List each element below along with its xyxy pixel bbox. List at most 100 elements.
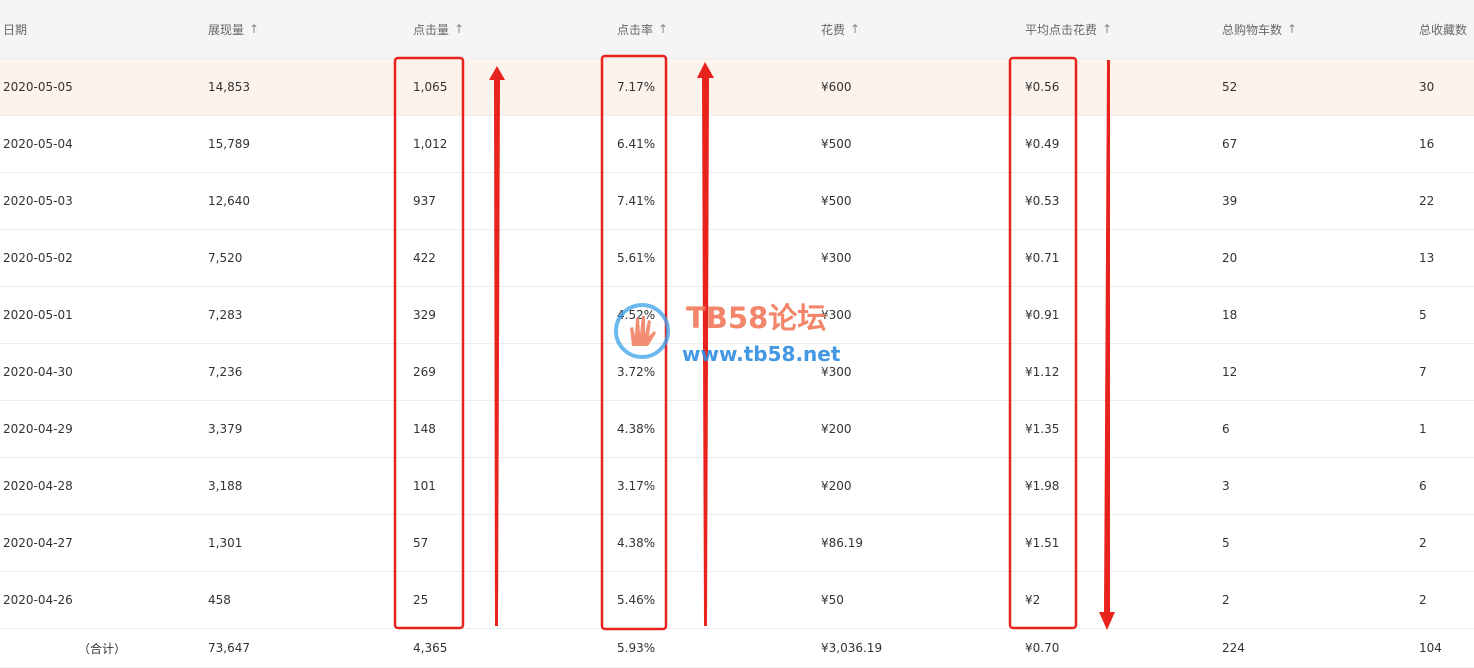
table-row[interactable]: 2020-04-27 1,301 57 4.38% ¥86.19 ¥1.51 5… [0, 515, 1474, 572]
sort-arrow-icon[interactable]: ↑ [1102, 22, 1112, 36]
cell-ctr: 7.41% [617, 194, 656, 208]
cell-cost: ¥500 [821, 137, 852, 151]
table-row[interactable]: 2020-05-04 15,789 1,012 6.41% ¥500 ¥0.49… [0, 116, 1474, 173]
sort-arrow-icon[interactable]: ↑ [658, 22, 668, 36]
cell-impressions: 1,301 [208, 536, 243, 550]
cell-avg-cpc: ¥2 [1025, 593, 1041, 607]
table-row[interactable]: 2020-04-28 3,188 101 3.17% ¥200 ¥1.98 3 … [0, 458, 1474, 515]
cell-date: 2020-05-02 [3, 251, 73, 265]
cell-cost: ¥600 [821, 80, 852, 94]
cell-avg-cpc: ¥0.56 [1025, 80, 1060, 94]
cell-clicks: 1,012 [413, 137, 448, 151]
header-label-date: 日期 [3, 22, 28, 37]
sort-arrow-icon[interactable]: ↑ [249, 22, 259, 36]
cell-cost: ¥200 [821, 422, 852, 436]
cell-impressions: 458 [208, 593, 231, 607]
header-cell[interactable]: 点击率 ↑ [617, 0, 668, 58]
header-cell[interactable]: 总收藏数 [1419, 0, 1467, 58]
cell-date: 2020-05-05 [3, 80, 73, 94]
cell-total-clicks: 4,365 [413, 641, 448, 655]
cell-date: 2020-04-26 [3, 593, 73, 607]
sort-arrow-icon[interactable]: ↑ [454, 22, 464, 36]
table-row[interactable]: 2020-04-29 3,379 148 4.38% ¥200 ¥1.35 6 … [0, 401, 1474, 458]
watermark-title: TB58论坛 [686, 301, 826, 335]
cell-total-cost: ¥3,036.19 [821, 641, 883, 655]
cell-impressions: 7,520 [208, 251, 243, 265]
header-cell[interactable]: 总购物车数 ↑ [1222, 0, 1297, 58]
cell-favorites: 30 [1419, 80, 1435, 94]
sort-arrow-icon[interactable]: ↑ [850, 22, 860, 36]
cell-total-ctr: 5.93% [617, 641, 656, 655]
cell-avg-cpc: ¥1.98 [1025, 479, 1060, 493]
cell-cart: 67 [1222, 137, 1238, 151]
cell-ctr: 4.38% [617, 536, 656, 550]
cell-impressions: 7,236 [208, 365, 243, 379]
cell-cost: ¥200 [821, 479, 852, 493]
cell-ctr: 5.61% [617, 251, 656, 265]
header-cell[interactable]: 花费 ↑ [821, 0, 860, 58]
table-row[interactable]: 2020-04-26 458 25 5.46% ¥50 ¥2 2 2 [0, 572, 1474, 629]
cell-avg-cpc: ¥0.53 [1025, 194, 1060, 208]
cell-favorites: 13 [1419, 251, 1435, 265]
cell-avg-cpc: ¥0.71 [1025, 251, 1060, 265]
cell-clicks: 1,065 [413, 80, 448, 94]
watermark-url: www.tb58.net [682, 342, 841, 366]
cell-cart: 20 [1222, 251, 1238, 265]
table-row[interactable]: 2020-05-03 12,640 937 7.41% ¥500 ¥0.53 3… [0, 173, 1474, 230]
cell-impressions: 12,640 [208, 194, 250, 208]
cell-avg-cpc: ¥1.51 [1025, 536, 1060, 550]
cell-clicks: 329 [413, 308, 436, 322]
cell-impressions: 3,188 [208, 479, 243, 493]
cell-clicks: 937 [413, 194, 436, 208]
table-total-row: （合计） 73,647 4,365 5.93% ¥3,036.19 ¥0.70 … [0, 629, 1474, 668]
header-cell[interactable]: 点击量 ↑ [413, 0, 464, 58]
sort-arrow-icon[interactable]: ↑ [1287, 22, 1297, 36]
cell-cart: 2 [1222, 593, 1230, 607]
header-label-favorites: 总收藏数 [1419, 22, 1468, 37]
cell-ctr: 5.46% [617, 593, 656, 607]
cell-date: 2020-05-01 [3, 308, 73, 322]
header-label-clicks: 点击量 [413, 22, 450, 37]
cell-ctr: 3.17% [617, 479, 656, 493]
cell-favorites: 2 [1419, 536, 1427, 550]
cell-favorites: 22 [1419, 194, 1435, 208]
cell-cart: 6 [1222, 422, 1230, 436]
header-cell[interactable]: 展现量 ↑ [208, 0, 259, 58]
cell-date: 2020-05-03 [3, 194, 73, 208]
cell-total-favorites: 104 [1419, 641, 1442, 655]
cell-clicks: 25 [413, 593, 429, 607]
cell-clicks: 148 [413, 422, 436, 436]
watermark: TB58论坛 www.tb58.net [610, 298, 870, 368]
cell-clicks: 269 [413, 365, 436, 379]
header-label-impressions: 展现量 [208, 22, 245, 37]
cell-cost: ¥300 [821, 251, 852, 265]
header-label-avg-cpc: 平均点击花费 [1025, 22, 1098, 37]
cell-favorites: 2 [1419, 593, 1427, 607]
cell-clicks: 422 [413, 251, 436, 265]
cell-cart: 39 [1222, 194, 1238, 208]
cell-ctr: 6.41% [617, 137, 656, 151]
cell-impressions: 7,283 [208, 308, 243, 322]
cell-cost: ¥50 [821, 593, 844, 607]
cell-avg-cpc: ¥1.12 [1025, 365, 1060, 379]
cell-cart: 52 [1222, 80, 1238, 94]
cell-favorites: 6 [1419, 479, 1427, 493]
cell-avg-cpc: ¥0.49 [1025, 137, 1060, 151]
watermark-logo: TB58论坛 www.tb58.net [614, 301, 841, 366]
table-header: 日期 展现量 ↑ 点击量 ↑ 点击率 ↑ 花费 ↑ 平均点击花费 ↑ 总购物车数… [0, 0, 1474, 59]
table-row[interactable]: 2020-05-05 14,853 1,065 7.17% ¥600 ¥0.56… [0, 59, 1474, 116]
header-cell[interactable]: 平均点击花费 ↑ [1025, 0, 1112, 58]
cell-cart: 12 [1222, 365, 1238, 379]
cell-cart: 3 [1222, 479, 1230, 493]
cell-clicks: 101 [413, 479, 436, 493]
cell-cart: 5 [1222, 536, 1230, 550]
header-cell[interactable]: 日期 [3, 0, 27, 58]
cell-date: 2020-04-27 [3, 536, 73, 550]
cell-impressions: 15,789 [208, 137, 250, 151]
cell-ctr: 7.17% [617, 80, 656, 94]
cell-cart: 18 [1222, 308, 1238, 322]
table-row[interactable]: 2020-05-02 7,520 422 5.61% ¥300 ¥0.71 20… [0, 230, 1474, 287]
header-label-cost: 花费 [821, 22, 846, 37]
cell-ctr: 4.38% [617, 422, 656, 436]
cell-date: 2020-04-30 [3, 365, 73, 379]
